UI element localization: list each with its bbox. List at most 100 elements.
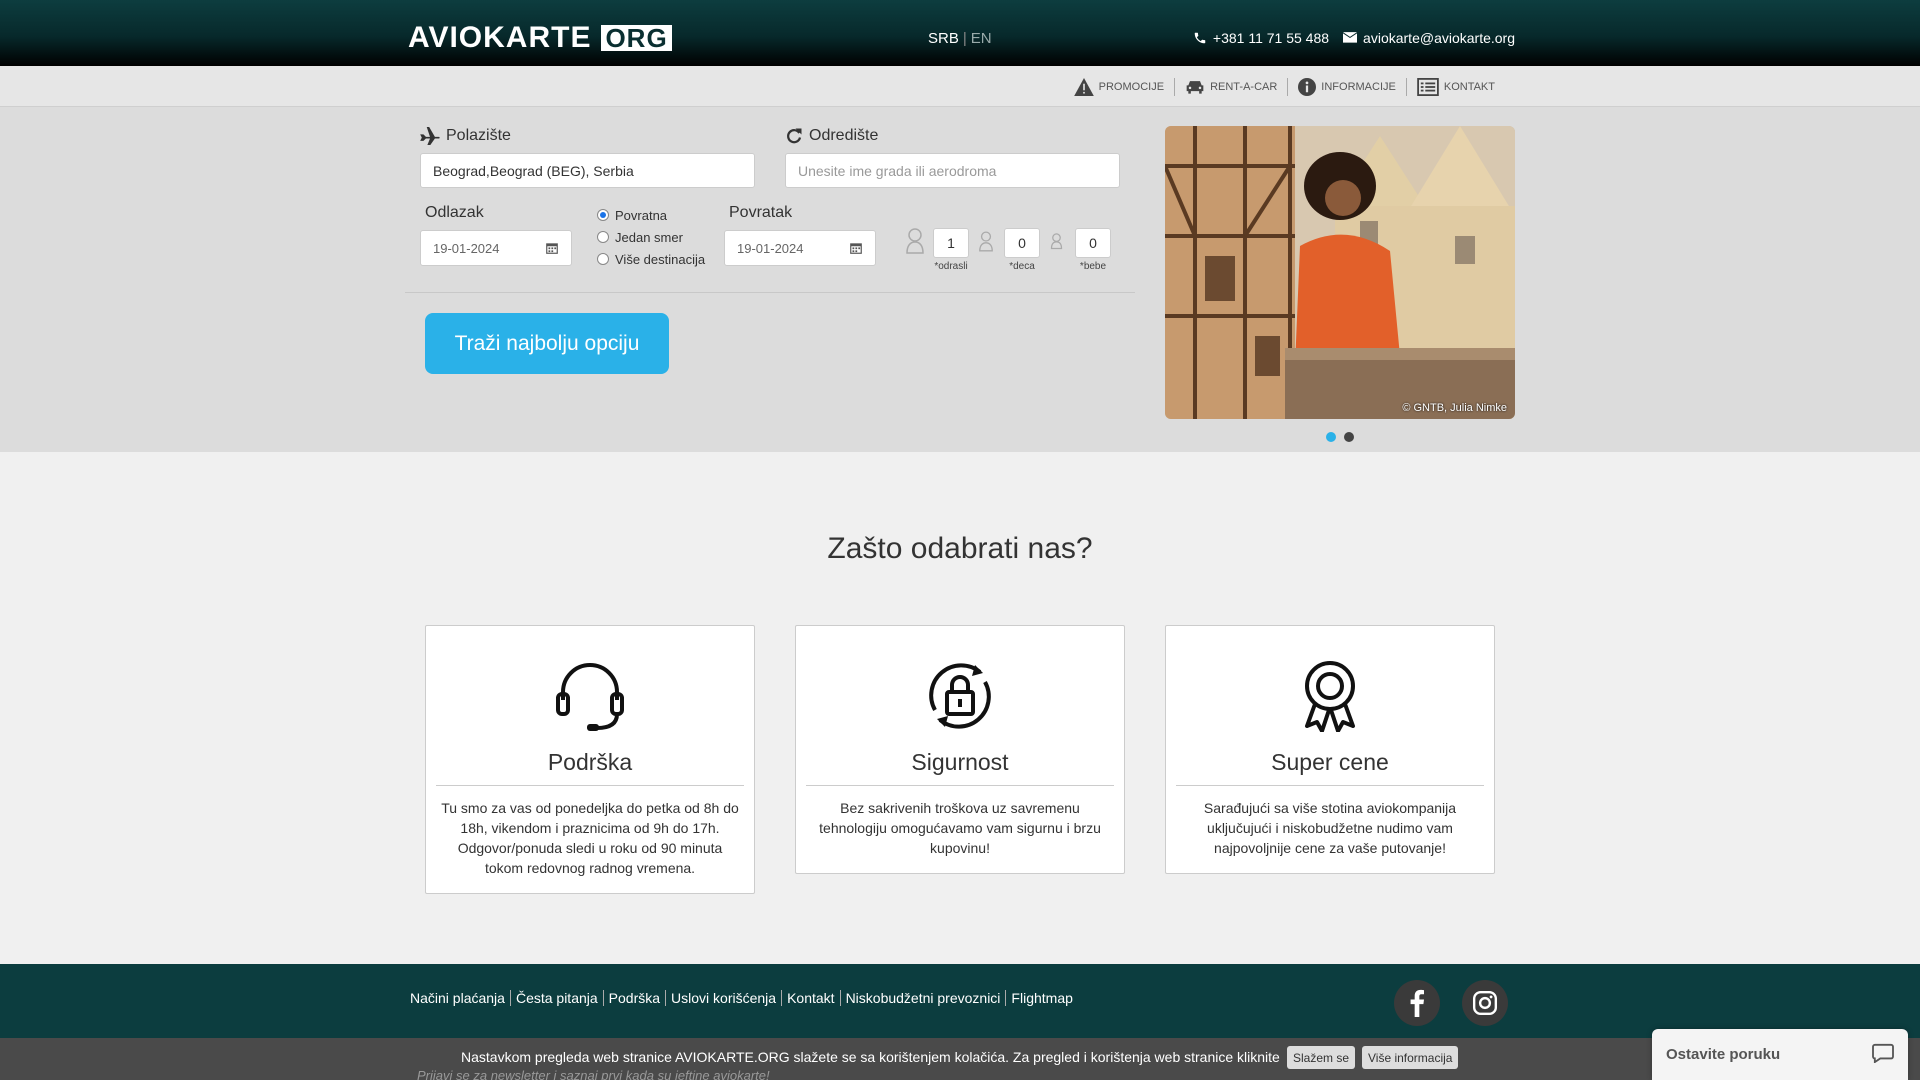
footer-link-contact[interactable]: Kontakt (781, 990, 839, 1006)
adults-counter: 1 *odrasli (933, 228, 969, 272)
lock-icon (929, 663, 991, 729)
from-label: Polazište (446, 127, 511, 144)
nav-kontakt[interactable]: KONTAKT (1405, 78, 1505, 96)
footer-link-support[interactable]: Podrška (602, 990, 665, 1006)
photo-credit: © GNTB, Julia Nimke (1402, 402, 1507, 414)
logo-text: AVIOKARTE (408, 21, 592, 54)
adult-person-icon (906, 228, 924, 254)
search-divider (405, 292, 1135, 293)
chat-bubble-icon (1872, 1043, 1894, 1063)
plane-icon (420, 127, 440, 145)
nav-promocije-label: PROMOCIJE (1098, 81, 1165, 93)
lang-en[interactable]: EN (971, 30, 992, 47)
card-title-support: Podrška (436, 749, 744, 786)
cookie-accept-button[interactable]: Slažem se (1287, 1046, 1356, 1069)
nav-informacije[interactable]: INFORMACIJE (1287, 78, 1406, 96)
facebook-link[interactable] (1394, 980, 1440, 1026)
trip-type-group: Povratna Jedan smer Više destinacija (597, 204, 705, 270)
children-counter: 0 *deca (1004, 228, 1040, 272)
warning-icon (1073, 78, 1094, 96)
depart-date-value: 19-01-2024 (433, 240, 500, 256)
phone-link[interactable]: +381 11 71 55 488 (1193, 30, 1329, 46)
calendar-icon[interactable] (545, 241, 559, 255)
calendar-icon[interactable] (849, 241, 863, 255)
footer-link-payment[interactable]: Načini plaćanja (410, 990, 510, 1006)
cookie-more-button[interactable]: Više informacija (1362, 1046, 1459, 1069)
adults-label: *odrasli (934, 261, 968, 272)
instagram-link[interactable] (1462, 980, 1508, 1026)
feature-card-prices: Super cene Sarađujući sa više stotina av… (1165, 625, 1495, 874)
infant-person-icon (1050, 233, 1063, 250)
instagram-icon (1472, 990, 1498, 1016)
card-title-prices: Super cene (1176, 749, 1484, 786)
phone-number: +381 11 71 55 488 (1212, 30, 1330, 46)
to-label-wrap: Odredište (785, 127, 878, 145)
info-icon (1298, 78, 1317, 96)
footer-link-faq[interactable]: Česta pitanja (509, 990, 603, 1006)
infants-counter: 0 *bebe (1075, 228, 1111, 272)
trip-oneway-label: Jedan smer (615, 229, 683, 245)
return-label: Povratak (729, 204, 793, 221)
lang-srb[interactable]: SRB (928, 30, 959, 47)
radio-multi[interactable] (597, 253, 609, 265)
feature-card-security: Sigurnost Bez sakrivenih troškova uz sav… (795, 625, 1125, 874)
trip-multi[interactable]: Više destinacija (597, 248, 705, 270)
list-icon (1417, 78, 1439, 96)
email-link[interactable]: aviokarte@aviokarte.org (1343, 30, 1515, 46)
trip-round-label: Povratna (615, 207, 668, 223)
secondary-nav: PROMOCIJE RENT-A-CAR INFORMACIJE KONTAKT (0, 66, 1920, 107)
from-input[interactable]: Beograd,Beograd (BEG), Serbia (420, 153, 755, 188)
search-submit-button[interactable]: Traži najbolju opciju (425, 313, 669, 374)
slider-dot-2[interactable] (1344, 432, 1354, 442)
newsletter-text: Prijavi se za newsletter i saznaj prvi k… (417, 1068, 770, 1080)
language-switcher: SRB | EN (928, 30, 992, 47)
return-date-input[interactable]: 19-01-2024 (724, 230, 876, 266)
adults-input[interactable]: 1 (933, 228, 969, 258)
slider-dot-1[interactable] (1326, 432, 1336, 442)
nav-informacije-label: INFORMACIJE (1321, 81, 1396, 93)
nav-rent-a-car[interactable]: RENT-A-CAR (1174, 78, 1287, 96)
footer-link-terms[interactable]: Uslovi korišćenja (665, 990, 781, 1006)
radio-oneway[interactable] (597, 231, 609, 243)
mail-icon (1343, 32, 1358, 43)
promo-slider-image[interactable]: © GNTB, Julia Nimke (1165, 126, 1515, 419)
to-input[interactable]: Unesite ime grada ili aerodroma (785, 153, 1120, 188)
site-logo[interactable]: AVIOKARTE ORG (408, 21, 672, 54)
radio-round[interactable] (597, 209, 609, 221)
trip-oneway[interactable]: Jedan smer (597, 226, 705, 248)
email-address: aviokarte@aviokarte.org (1363, 30, 1515, 46)
refresh-icon (787, 128, 802, 144)
child-person-icon (979, 231, 993, 252)
to-label: Odredište (809, 127, 879, 144)
card-text-security: Bez sakrivenih troškova uz savremenu teh… (819, 800, 1101, 856)
lang-separator: | (962, 30, 967, 47)
facebook-icon (1410, 989, 1424, 1017)
depart-date-input[interactable]: 19-01-2024 (420, 230, 572, 266)
footer-link-lowcost[interactable]: Niskobudžetni prevoznici (839, 990, 1006, 1006)
card-text-prices: Sarađujući sa više stotina aviokompanija… (1203, 800, 1457, 856)
trip-multi-label: Više destinacija (615, 251, 706, 267)
chat-widget[interactable]: Ostavite poruku (1652, 1029, 1908, 1080)
cookie-bar: Nastavkom pregleda web stranice AVIOKART… (0, 1038, 1920, 1080)
from-label-wrap: Polazište (420, 127, 511, 145)
chat-label: Ostavite poruku (1666, 1046, 1781, 1063)
children-label: *deca (1009, 261, 1035, 272)
logo-box: ORG (601, 25, 672, 51)
footer-link-flightmap[interactable]: Flightmap (1005, 990, 1077, 1006)
phone-icon (1194, 32, 1206, 44)
nav-rent-a-car-label: RENT-A-CAR (1210, 81, 1278, 93)
infants-input[interactable]: 0 (1075, 228, 1111, 258)
footer: Načini plaćanja Česta pitanja Podrška Us… (0, 964, 1920, 1038)
nav-kontakt-label: KONTAKT (1443, 81, 1495, 93)
top-header: AVIOKARTE ORG SRB | EN +381 11 71 55 488 a… (0, 0, 1920, 66)
why-us-title: Zašto odabrati nas? (827, 532, 1093, 565)
header-contact: +381 11 71 55 488 aviokarte@aviokarte.or… (1193, 30, 1515, 46)
trip-round[interactable]: Povratna (597, 204, 705, 226)
car-icon (1186, 81, 1204, 94)
return-date-value: 19-01-2024 (737, 240, 804, 256)
card-text-support: Tu smo za vas od ponedeljka do petka od … (441, 800, 739, 876)
nav-promocije[interactable]: PROMOCIJE (1064, 78, 1174, 96)
children-input[interactable]: 0 (1004, 228, 1040, 258)
slider-dots (1326, 432, 1354, 442)
slider-photo (1165, 126, 1515, 419)
